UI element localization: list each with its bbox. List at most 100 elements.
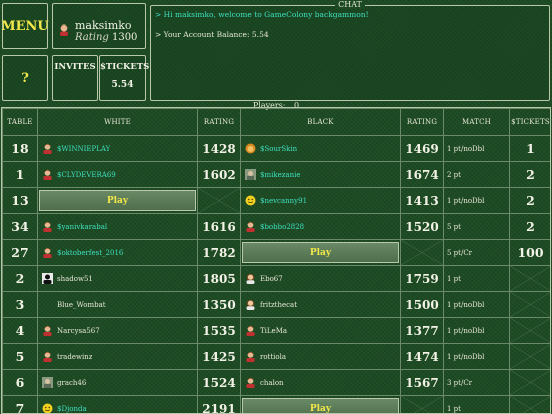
user-avatar-icon (60, 24, 68, 36)
white-player-cell: $yanivkarabal (37, 213, 198, 240)
man-avatar-icon (245, 325, 256, 336)
white-player: $yanivkarabal (38, 214, 197, 239)
black-player-cell[interactable]: Play (240, 395, 401, 413)
chat-panel[interactable]: CHAT > Hi maksimko, welcome to GameColon… (150, 0, 550, 101)
table-row[interactable]: 6 grach46 1524 chalon 1567 3 pt/Cr (2, 369, 550, 396)
silhouette-avatar-icon (42, 273, 53, 284)
table-row[interactable]: 2 shadow51 1805 Ebo67 1759 1 pt (2, 265, 550, 292)
white-player-cell[interactable]: Play (37, 187, 198, 214)
man-avatar-icon (42, 325, 53, 336)
photo-avatar-icon (42, 377, 53, 388)
play-black-button[interactable]: Play (242, 398, 399, 413)
man-avatar-icon (42, 247, 53, 258)
man-avatar-icon (245, 221, 256, 232)
white-rating: 1782 (197, 239, 241, 266)
black-player: $bobbo2828 (241, 214, 400, 239)
white-player-cell: $oktoberfest_2016 (37, 239, 198, 266)
white-rating: 2191 (197, 395, 241, 413)
table-row[interactable]: 1 $CLYDEVERA69 1602 $mikezanie 1674 2 pt 2 (2, 161, 550, 188)
man-avatar-icon (42, 221, 53, 232)
woman-avatar-icon (245, 299, 256, 310)
white-player-name: $WINNIEPLAY (57, 144, 111, 153)
black-player-name: $mikezanie (260, 170, 301, 179)
table-row[interactable]: 18 $WINNIEPLAY 1428 $SourSkin 1469 1 pt/noDbl… (2, 135, 550, 162)
empty-cell (509, 395, 550, 413)
user-profile-panel: maksimko Rating 1300 (52, 3, 146, 49)
black-player-cell: $nevcanny91 (240, 187, 401, 214)
woman-avatar-icon (245, 273, 256, 284)
black-player-cell[interactable]: Play (240, 239, 401, 266)
table-number: 2 (2, 265, 38, 292)
match-type: 1 pt/noDbl (443, 135, 510, 162)
black-player: TiLeMa (241, 318, 400, 343)
table-number: 4 (2, 317, 38, 344)
black-rating: 1500 (400, 291, 444, 318)
black-player: $nevcanny91 (241, 188, 400, 213)
white-player: grach46 (38, 370, 197, 395)
table-body: 18 $WINNIEPLAY 1428 $SourSkin 1469 1 pt/noDbl… (2, 135, 550, 413)
black-player-name: $SourSkin (260, 144, 298, 153)
black-player: $SourSkin (241, 136, 400, 161)
chat-message: > Your Account Balance: 5.54 (155, 30, 269, 39)
tickets-panel: $TICKETS 5.54 (99, 55, 149, 101)
white-player-name: $yanivkarabal (57, 222, 108, 231)
players-table: TABLE WHITE RATING BLACK RATING MATCH $T… (1, 107, 551, 414)
chat-title: CHAT (335, 0, 365, 9)
invites-button[interactable]: INVITES (52, 55, 98, 101)
white-player-name: Narcysa567 (57, 326, 100, 335)
rating-value: 1300 (111, 32, 138, 43)
man-avatar-icon (42, 169, 53, 180)
no-avatar-icon (42, 299, 53, 310)
black-rating: 1567 (400, 369, 444, 396)
match-type: 5 pt (443, 213, 510, 240)
white-player-name: grach46 (57, 378, 87, 387)
table-row[interactable]: 34 $yanivkarabal 1616 $bobbo2828 1520 5 pt 2 (2, 213, 550, 240)
empty-cell (509, 317, 550, 344)
table-number: 18 (2, 135, 38, 162)
black-player-cell: chalon (240, 369, 401, 396)
white-player: tradewinz (38, 344, 197, 369)
table-number: 6 (2, 369, 38, 396)
black-rating: 1469 (400, 135, 444, 162)
table-number: 5 (2, 343, 38, 370)
black-rating: 1377 (400, 317, 444, 344)
smiley-avatar-icon (42, 403, 53, 413)
play-black-button[interactable]: Play (242, 242, 399, 263)
table-row[interactable]: 3 Blue_Wombat 1350 fritzthecat 1500 1 pt/noDb… (2, 291, 550, 318)
photo-avatar-icon (245, 169, 256, 180)
play-white-button[interactable]: Play (39, 190, 196, 211)
match-type: 1 pt/noDbl (443, 187, 510, 214)
table-row[interactable]: 5 tradewinz 1425 rottiola 1474 1 pt/noDbl (2, 343, 550, 370)
table-row[interactable]: 13 Play $nevcanny91 1413 1 pt/noDbl 2 (2, 187, 550, 214)
white-player-cell: $Djonda (37, 395, 198, 413)
man-avatar-icon (42, 143, 53, 154)
black-rating: 1520 (400, 213, 444, 240)
header-black: BLACK (240, 108, 401, 136)
tickets-stake: 1 (509, 135, 550, 162)
match-type: 1 pt/noDbl (443, 291, 510, 318)
black-player: chalon (241, 370, 400, 395)
white-rating: 1350 (197, 291, 241, 318)
table-row[interactable]: 7 $Djonda 2191 Play 1 pt (2, 395, 550, 413)
help-button[interactable]: ? (2, 55, 48, 101)
black-player-name: rottiola (260, 352, 287, 361)
table-row[interactable]: 4 Narcysa567 1535 TiLeMa 1377 1 pt/noDbl (2, 317, 550, 344)
table-row[interactable]: 27 $oktoberfest_2016 1782 Play 5 pt/Cr 100 (2, 239, 550, 266)
white-rating: 1602 (197, 161, 241, 188)
menu-button[interactable]: MENU (1, 3, 49, 49)
header-table: TABLE (2, 108, 38, 136)
black-player-name: $nevcanny91 (260, 196, 308, 205)
black-player: fritzthecat (241, 292, 400, 317)
white-player-name: $oktoberfest_2016 (57, 248, 124, 257)
header-tickets: $TICKETS (509, 108, 550, 136)
white-rating: 1428 (197, 135, 241, 162)
table-number: 13 (2, 187, 38, 214)
man-avatar-icon (42, 351, 53, 362)
black-player-name: Ebo67 (260, 274, 283, 283)
black-player-name: fritzthecat (260, 300, 298, 309)
header-white-rating: RATING (197, 108, 241, 136)
black-player-name: TiLeMa (260, 326, 288, 335)
table-number: 7 (2, 395, 38, 413)
white-player: $CLYDEVERA69 (38, 162, 197, 187)
white-player: $WINNIEPLAY (38, 136, 197, 161)
